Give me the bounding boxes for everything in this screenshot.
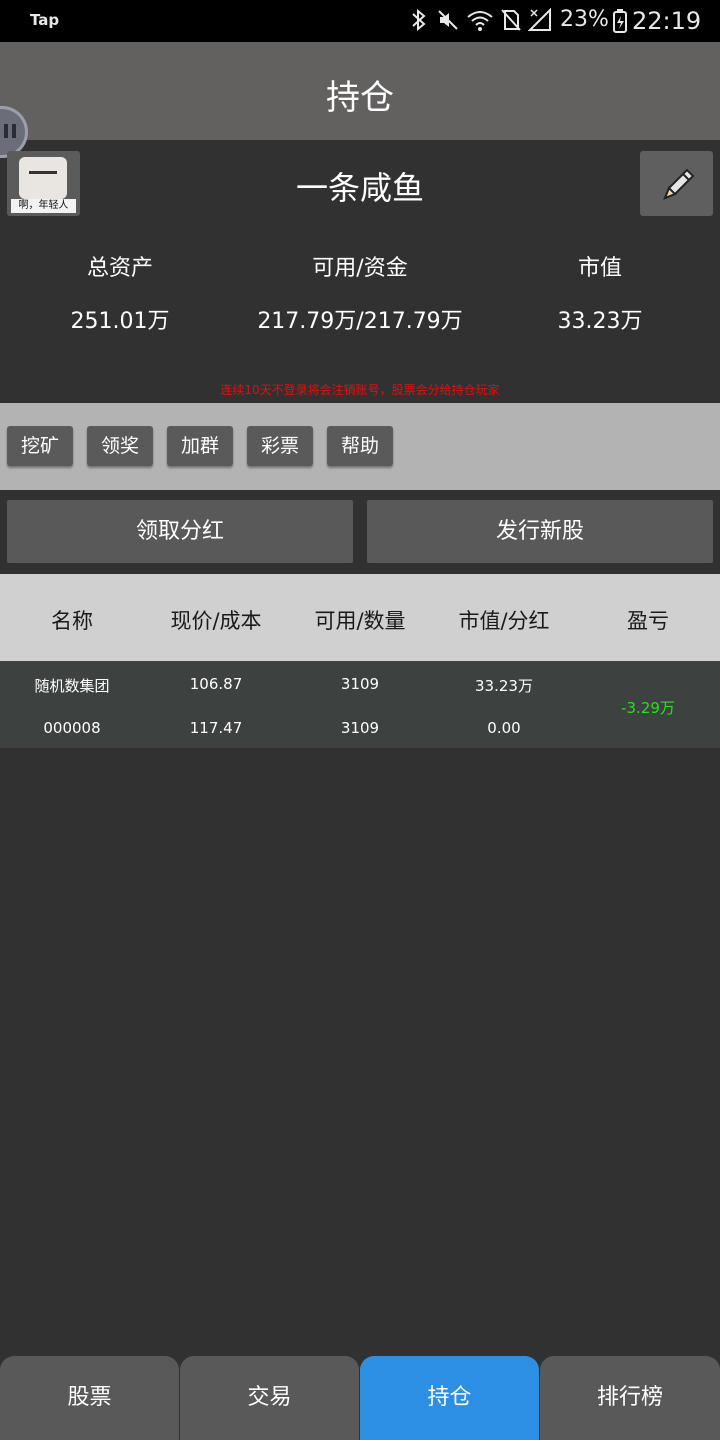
holding-market-value: 33.23万 — [475, 677, 533, 695]
status-app-name: Tap — [30, 11, 60, 29]
market-value-label: 市值 — [577, 256, 622, 281]
edit-profile-button[interactable] — [640, 151, 713, 216]
claim-reward-button[interactable]: 领奖 — [87, 426, 153, 466]
join-group-button[interactable]: 加群 — [167, 426, 233, 466]
page-title: 持仓 — [326, 78, 394, 118]
claim-dividend-button[interactable]: 领取分红 — [7, 500, 353, 563]
market-value-value: 33.23万 — [557, 309, 643, 334]
dividend: 0.00 — [487, 719, 521, 737]
tab-holdings[interactable]: 持仓 — [360, 1356, 539, 1440]
no-sim-icon — [501, 9, 521, 31]
share-quantity: 3109 — [340, 719, 380, 737]
current-price: 106.87 — [189, 675, 243, 693]
column-header-name: 名称 — [51, 609, 93, 633]
tab-trade[interactable]: 交易 — [180, 1356, 359, 1440]
table-row[interactable]: 随机数集团 000008 106.87 117.47 3109 3109 33.… — [0, 661, 720, 748]
stock-name: 随机数集团 — [34, 677, 110, 695]
status-icons — [408, 8, 552, 32]
pause-icon — [4, 124, 16, 138]
column-header-profit-loss: 盈亏 — [627, 609, 669, 633]
column-header-price-cost: 现价/成本 — [170, 609, 262, 633]
battery-icon — [613, 9, 627, 33]
mining-button[interactable]: 挖矿 — [7, 426, 73, 466]
holdings-table-header: 名称 现价/成本 可用/数量 市值/分红 盈亏 — [0, 574, 720, 661]
signal-icon — [528, 8, 551, 31]
inactivity-warning: 连续10天不登录将会注销账号，股票会分给持仓玩家 — [220, 383, 500, 397]
mute-icon — [438, 10, 458, 30]
total-assets-value: 251.01万 — [70, 309, 170, 334]
available-funds-label: 可用/资金 — [312, 256, 408, 281]
pencil-icon — [663, 168, 695, 200]
wifi-icon — [467, 11, 493, 31]
bottom-tab-bar: 股票 交易 持仓 排行榜 — [0, 1356, 720, 1440]
status-bar: Tap 23% 22:19 — [0, 0, 720, 42]
tab-stocks[interactable]: 股票 — [0, 1356, 179, 1440]
page-header: 持仓 — [0, 42, 720, 140]
lottery-button[interactable]: 彩票 — [247, 426, 313, 466]
username: 一条咸鱼 — [295, 169, 424, 207]
tab-leaderboard[interactable]: 排行榜 — [540, 1356, 720, 1440]
bluetooth-icon — [412, 8, 426, 32]
stock-code: 000008 — [43, 719, 101, 737]
issue-new-stock-button[interactable]: 发行新股 — [367, 500, 713, 563]
help-button[interactable]: 帮助 — [327, 426, 393, 466]
available-funds-value: 217.79万/217.79万 — [257, 309, 463, 334]
total-assets-label: 总资产 — [86, 256, 153, 281]
column-header-available-quantity: 可用/数量 — [314, 609, 406, 633]
column-header-market-value-dividend: 市值/分红 — [458, 609, 550, 633]
battery-percent: 23% — [560, 7, 609, 32]
available-shares: 3109 — [340, 675, 380, 693]
status-time: 22:19 — [632, 7, 702, 35]
profit-loss: -3.29万 — [621, 699, 675, 717]
tools-bar: 挖矿 领奖 加群 彩票 帮助 — [0, 403, 720, 490]
cost-price: 117.47 — [189, 719, 243, 737]
